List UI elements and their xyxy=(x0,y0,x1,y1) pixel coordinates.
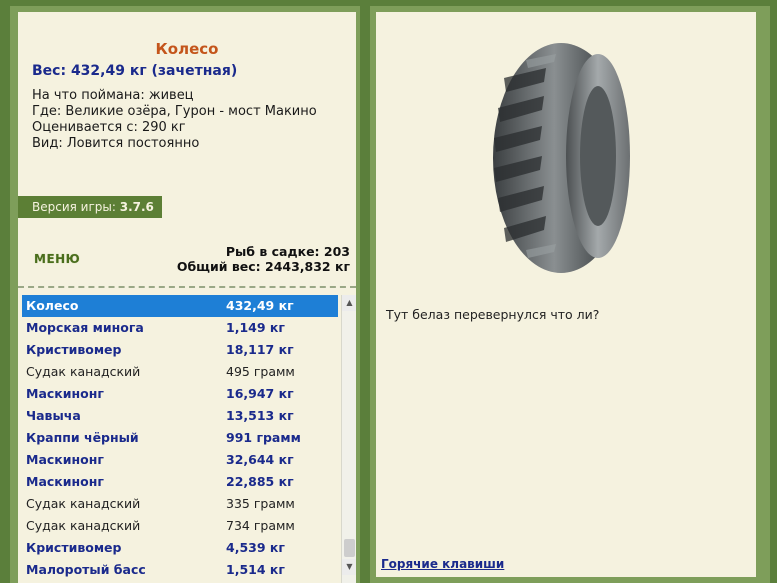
scrollbar-thumb[interactable] xyxy=(344,539,355,557)
catch-item-name: Морская минога xyxy=(26,320,144,335)
catch-list-item[interactable]: Маскинонг 32,644 кг xyxy=(22,449,338,471)
catch-list[interactable]: Колесо 432,49 кг Морская минога 1,149 кг Кри… xyxy=(22,295,338,583)
catch-item-name: Маскинонг xyxy=(26,386,104,401)
catch-item-name: Маскинонг xyxy=(26,452,104,467)
catch-item-name: Краппи чёрный xyxy=(26,430,139,445)
catch-stats: Рыб в садке: 203 Общий вес: 2443,832 кг xyxy=(177,244,350,274)
catch-item-weight: 335 грамм xyxy=(226,496,295,511)
tire-image xyxy=(493,43,630,273)
hotkeys-link[interactable]: Горячие клавиши xyxy=(381,557,504,571)
catch-list-item[interactable]: Чавыча 13,513 кг xyxy=(22,405,338,427)
catch-list-item[interactable]: Краппи чёрный 991 грамм xyxy=(22,427,338,449)
fish-location: Где: Великие озёра, Гурон - мост Макино xyxy=(32,104,317,119)
catch-item-name: Кристивомер xyxy=(26,342,122,357)
left-panel: Колесо Вес: 432,49 кг (зачетная) На что … xyxy=(10,6,360,583)
catch-list-item[interactable]: Кристивомер 18,117 кг xyxy=(22,339,338,361)
catch-item-weight: 734 грамм xyxy=(226,518,295,533)
catch-item-name: Кристивомер xyxy=(26,540,122,555)
catch-item-name: Судак канадский xyxy=(26,364,141,379)
right-panel: Тут белаз перевернулся что ли? Горячие к… xyxy=(370,6,770,583)
total-weight: Общий вес: 2443,832 кг xyxy=(176,259,350,274)
catch-list-item[interactable]: Судак канадский 335 грамм xyxy=(22,493,338,515)
fish-title: Колесо xyxy=(155,40,219,58)
divider xyxy=(18,286,356,288)
catch-item-name: Судак канадский xyxy=(26,518,141,533)
catch-item-weight: 16,947 кг xyxy=(226,386,294,401)
catch-list-item[interactable]: Кристивомер 4,539 кг xyxy=(22,537,338,559)
catch-item-name: Чавыча xyxy=(26,408,81,423)
fish-count: Рыб в садке: 203 xyxy=(225,244,350,259)
catch-item-weight: 991 грамм xyxy=(226,430,301,445)
catch-list-item[interactable]: Малоротый басс 1,514 кг xyxy=(22,559,338,581)
fish-info-panel: Колесо Вес: 432,49 кг (зачетная) На что … xyxy=(18,12,356,583)
list-scrollbar[interactable]: ▲ ▼ xyxy=(341,295,356,583)
fish-weight: Вес: 432,49 кг (зачетная) xyxy=(32,63,238,79)
catch-item-weight: 432,49 кг xyxy=(226,298,294,313)
fish-valued-from: Оценивается с: 290 кг xyxy=(32,120,186,135)
catch-list-item[interactable]: Колесо 432,49 кг xyxy=(22,295,338,317)
catch-item-weight: 13,513 кг xyxy=(226,408,294,423)
triangle-up-icon[interactable]: ▲ xyxy=(342,295,356,311)
catch-list-item[interactable]: Морская минога 1,149 кг xyxy=(22,317,338,339)
catch-item-name: Маскинонг xyxy=(26,474,104,489)
catch-list-item[interactable]: Судак канадский 495 грамм xyxy=(22,361,338,383)
fish-kind: Вид: Ловится постоянно xyxy=(32,136,200,151)
catch-list-item[interactable]: Маскинонг 22,885 кг xyxy=(22,471,338,493)
catch-list-item[interactable]: Маскинонг 16,947 кг xyxy=(22,383,338,405)
catch-item-weight: 1,149 кг xyxy=(226,320,285,335)
catch-item-weight: 1,514 кг xyxy=(226,562,285,577)
catch-item-weight: 4,539 кг xyxy=(226,540,285,555)
fish-bait: На что поймана: живец xyxy=(32,88,194,103)
catch-item-name: Малоротый басс xyxy=(26,562,146,577)
catch-list-item[interactable]: Судак канадский 734 грамм xyxy=(22,515,338,537)
catch-item-weight: 18,117 кг xyxy=(226,342,294,357)
triangle-down-icon[interactable]: ▼ xyxy=(342,559,356,575)
catch-item-name: Судак канадский xyxy=(26,496,141,511)
version-value: 3.7.6 xyxy=(119,200,154,214)
catch-item-name: Колесо xyxy=(26,298,79,313)
fish-picture-panel: Тут белаз перевернулся что ли? Горячие к… xyxy=(376,12,756,577)
catch-item-weight: 495 грамм xyxy=(226,364,295,379)
catch-item-weight: 22,885 кг xyxy=(226,474,294,489)
fish-comment: Тут белаз перевернулся что ли? xyxy=(386,307,600,322)
catch-item-weight: 32,644 кг xyxy=(226,452,294,467)
version-bar: Версия игры: 3.7.6 xyxy=(18,196,162,218)
version-label: Версия игры: xyxy=(32,200,116,214)
menu-button[interactable]: МЕНЮ xyxy=(34,252,80,266)
